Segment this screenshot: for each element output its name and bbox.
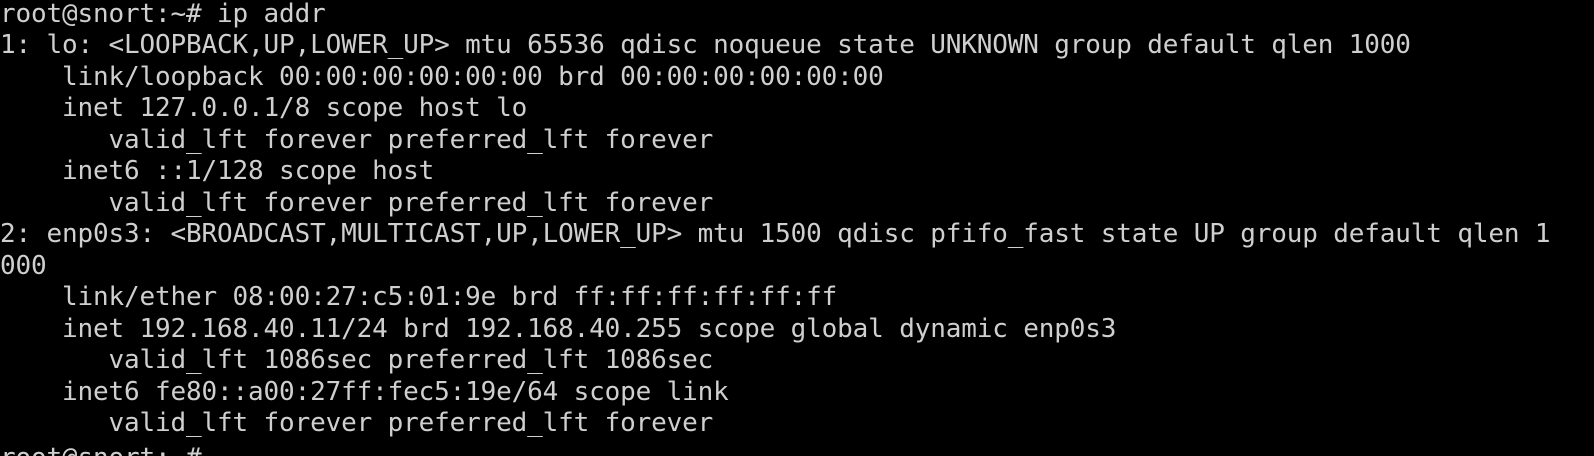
lo-inet6-line: inet6 ::1/128 scope host <box>0 156 435 186</box>
interface-enp0s3-header: 2: enp0s3: <BROADCAST,MULTICAST,UP,LOWER… <box>0 219 1551 249</box>
prompt-line[interactable]: root@snort:~# <box>0 442 202 456</box>
lo-link-line: link/loopback 00:00:00:00:00:00 brd 00:0… <box>0 62 884 92</box>
interface-enp0s3-header-wrap: 000 <box>0 251 47 281</box>
lo-inet-lifetime-line: valid_lft forever preferred_lft forever <box>0 125 714 155</box>
enp0s3-inet-line: inet 192.168.40.11/24 brd 192.168.40.255… <box>0 314 1117 344</box>
prompt-command-line: root@snort:~# ip addr <box>0 0 326 29</box>
terminal-window[interactable]: root@snort:~# ip addr 1: lo: <LOOPBACK,U… <box>0 0 1594 456</box>
lo-inet6-lifetime-line: valid_lft forever preferred_lft forever <box>0 188 714 218</box>
enp0s3-inet6-lifetime-line: valid_lft forever preferred_lft forever <box>0 408 714 438</box>
lo-inet-line: inet 127.0.0.1/8 scope host lo <box>0 93 528 123</box>
enp0s3-link-line: link/ether 08:00:27:c5:01:9e brd ff:ff:f… <box>0 282 838 312</box>
enp0s3-inet6-line: inet6 fe80::a00:27ff:fec5:19e/64 scope l… <box>0 377 729 407</box>
enp0s3-inet-lifetime-line: valid_lft 1086sec preferred_lft 1086sec <box>0 345 714 375</box>
interface-lo-header: 1: lo: <LOOPBACK,UP,LOWER_UP> mtu 65536 … <box>0 30 1411 60</box>
